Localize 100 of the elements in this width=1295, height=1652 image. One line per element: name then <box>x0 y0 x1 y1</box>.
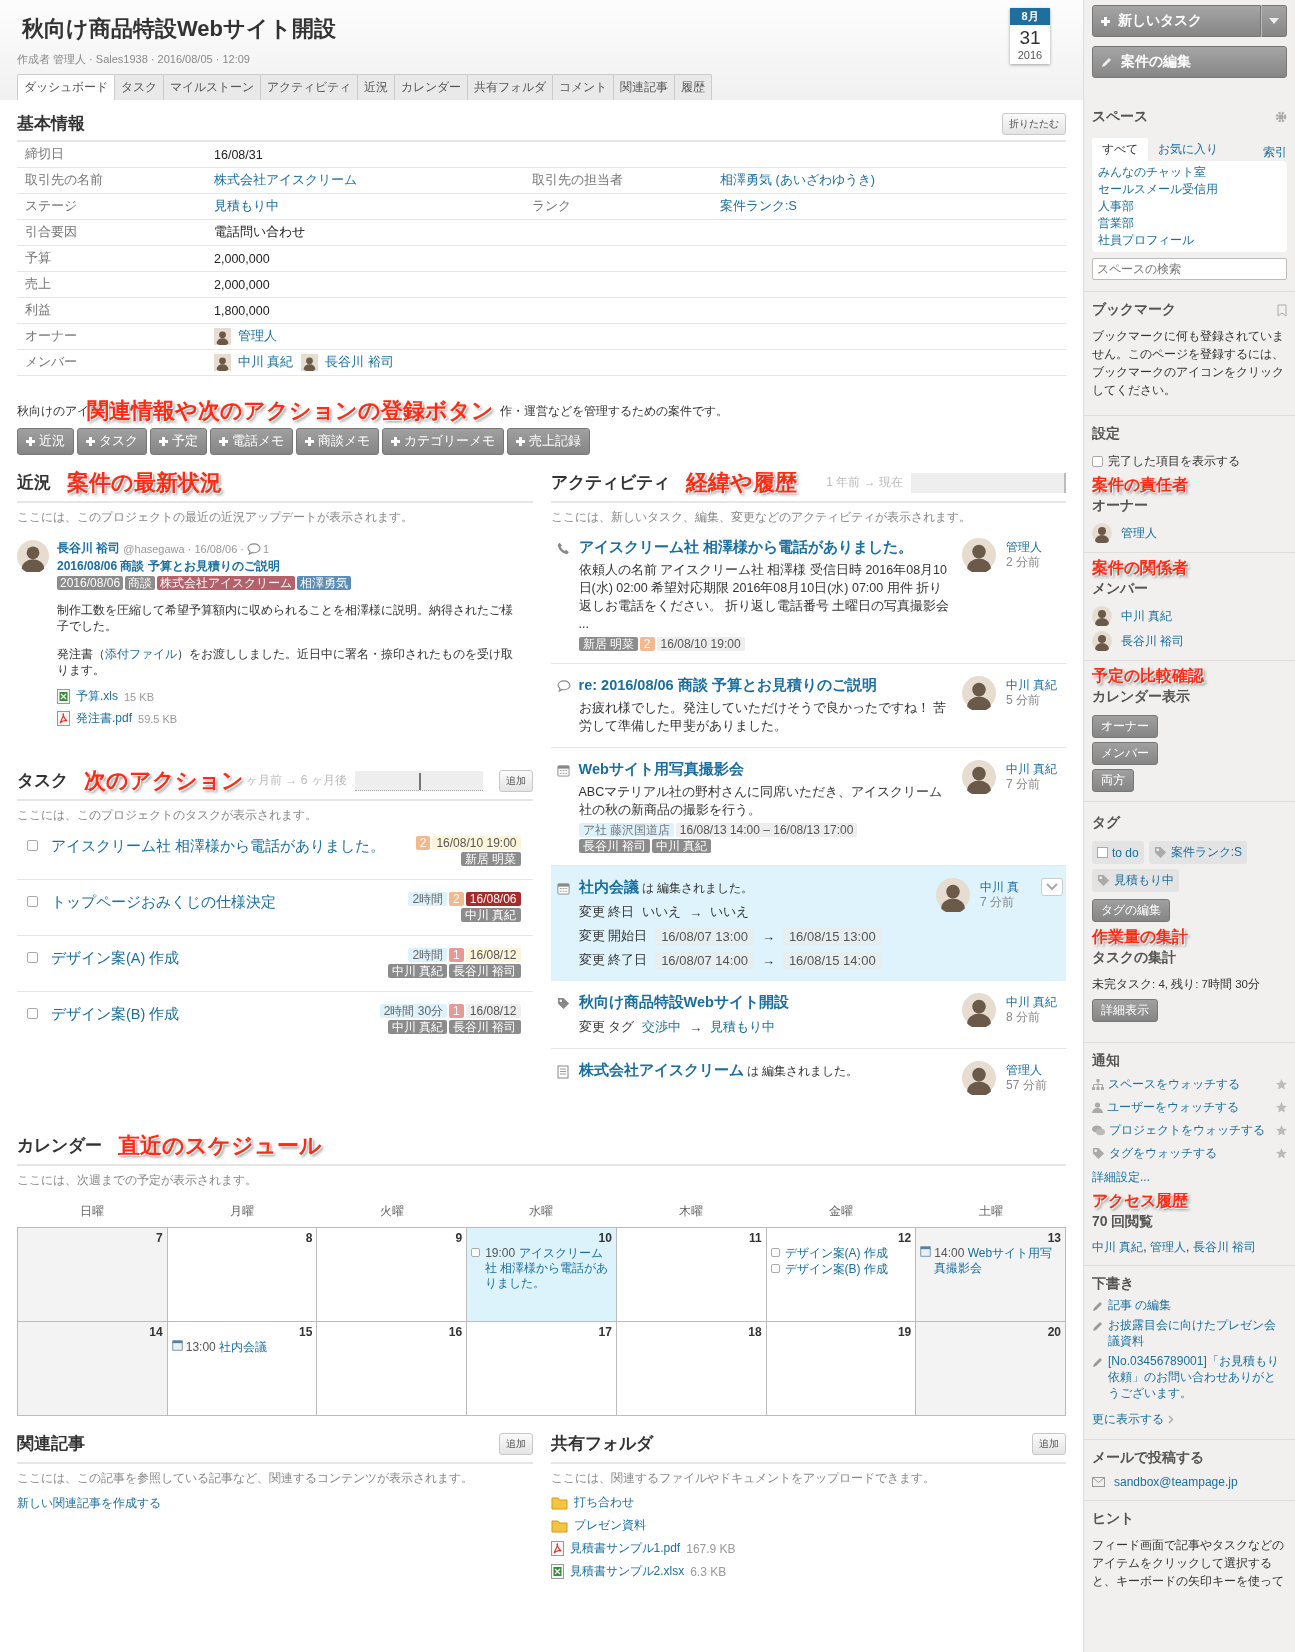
calendar-event[interactable]: 13:00 社内会議 <box>185 1340 313 1355</box>
search-field[interactable]: スペースの検索 <box>1092 258 1287 280</box>
view-button[interactable]: メンバー <box>1092 742 1158 765</box>
tag-link[interactable]: 交渉中 <box>642 1018 682 1036</box>
author-link[interactable]: 中川 真紀 <box>1006 762 1058 776</box>
field-link[interactable]: 相澤勇気 (あいざわゆうき) <box>720 172 1066 189</box>
watch-link[interactable]: ユーザーをウォッチする <box>1107 1099 1239 1116</box>
details-button[interactable]: 詳細表示 <box>1092 999 1158 1022</box>
field-link[interactable]: 株式会社アイスクリーム <box>214 172 532 189</box>
file-link[interactable]: 発注書.pdf <box>76 710 132 727</box>
index-link[interactable]: 索引 <box>1263 144 1287 161</box>
author-link[interactable]: 長谷川 裕司 <box>57 540 121 557</box>
folder-link[interactable]: プレゼン資料 <box>573 1517 646 1534</box>
slider-handle[interactable] <box>418 772 421 790</box>
tab[interactable]: カレンダー <box>394 74 468 100</box>
create-link[interactable]: 新しい関連記事を作成する <box>17 1496 161 1510</box>
tag-link[interactable]: to do <box>1112 845 1139 860</box>
task-link[interactable]: デザイン案(B) 作成 <box>51 1004 380 1039</box>
attachment-link[interactable]: 添付ファイル <box>105 647 177 661</box>
person-link[interactable]: 長谷川 裕司 <box>1121 632 1185 650</box>
watch-link[interactable]: プロジェクトをウォッチする <box>1109 1122 1265 1139</box>
person-link[interactable]: 中川 真紀 <box>238 354 294 371</box>
draft-link[interactable]: [No.03456789001]「お見積もり依頼」のお問い合わせありがとうございます。 <box>1108 1353 1287 1401</box>
tab[interactable]: すべて <box>1092 138 1148 161</box>
tag-chip[interactable]: to do <box>1092 841 1144 864</box>
checkbox[interactable] <box>27 840 38 851</box>
dropdown-button[interactable] <box>1261 5 1287 37</box>
file-link[interactable]: 予算.xls <box>76 688 118 705</box>
tag-link[interactable]: 見積もり中 <box>1114 872 1174 889</box>
range-slider[interactable] <box>354 770 483 791</box>
checkbox[interactable] <box>27 896 38 907</box>
author-link[interactable]: 管理人 <box>1006 540 1042 554</box>
activity-title-link[interactable]: 社内会議 <box>578 879 639 895</box>
space-link[interactable]: 営業部 <box>1098 215 1281 232</box>
space-link[interactable]: みんなのチャット室 <box>1098 164 1281 181</box>
add-button[interactable]: 近況 <box>17 428 74 455</box>
task-link[interactable]: デザイン案(A) 作成 <box>51 948 388 982</box>
post-title-link[interactable]: 2016/08/06 商談 予算とお見積りのご説明 <box>57 558 533 575</box>
add-button[interactable]: 売上記録 <box>507 428 590 455</box>
edit-tags-button[interactable]: タグの編集 <box>1092 899 1170 922</box>
dropdown-button[interactable] <box>1041 878 1063 896</box>
tab[interactable]: 履歴 <box>674 74 712 100</box>
task-link[interactable]: アイスクリーム社 相澤様から電話がありました。 <box>51 836 416 870</box>
watch-link[interactable]: タグをウォッチする <box>1109 1145 1217 1162</box>
checkbox[interactable] <box>27 952 38 963</box>
tab[interactable]: 関連記事 <box>613 74 675 100</box>
checkbox[interactable] <box>471 1248 481 1257</box>
collapse-button[interactable]: 折りたたむ <box>1002 112 1066 135</box>
space-link[interactable]: 社員プロフィール <box>1098 232 1281 249</box>
activity-title-link[interactable]: re: 2016/08/06 商談 予算とお見積りのご説明 <box>578 677 877 693</box>
slider-handle[interactable] <box>1064 472 1066 493</box>
settings-link[interactable]: 詳細設定... <box>1092 1170 1150 1184</box>
tab[interactable]: タスク <box>114 74 164 100</box>
person-link[interactable]: 管理人 <box>1121 524 1157 542</box>
tab[interactable]: お気に入り <box>1148 138 1228 161</box>
file-link[interactable]: 見積書サンプル2.xlsx <box>569 1563 685 1580</box>
draft-link[interactable]: 記事 の編集 <box>1108 1297 1287 1313</box>
tab[interactable]: ダッシュボード <box>17 74 115 100</box>
add-button[interactable]: 予定 <box>150 428 207 455</box>
tag-chip[interactable]: 見積もり中 <box>1092 869 1179 892</box>
field-link[interactable]: 案件ランク:S <box>720 198 1066 215</box>
watch-link[interactable]: スペースをウォッチする <box>1108 1076 1240 1093</box>
add-button[interactable]: 商談メモ <box>296 428 379 455</box>
add-button[interactable]: 追加 <box>498 769 533 792</box>
checkbox[interactable] <box>1092 456 1103 467</box>
view-button[interactable]: オーナー <box>1092 715 1158 738</box>
author-link[interactable]: 中川 真紀 <box>1006 678 1058 692</box>
add-button[interactable]: カテゴリーメモ <box>382 428 504 455</box>
checkbox[interactable] <box>770 1264 780 1273</box>
draft-link[interactable]: お披露目会に向けたプレゼン会議資料 <box>1108 1317 1287 1349</box>
add-button[interactable]: 追加 <box>498 1432 533 1455</box>
add-button[interactable]: 追加 <box>1032 1432 1066 1455</box>
calendar-event[interactable]: 14:00 Webサイト用写真撮影会 <box>934 1246 1061 1276</box>
tab[interactable]: マイルストーン <box>163 74 261 100</box>
person-link[interactable]: 長谷川 裕司 <box>325 354 394 371</box>
activity-title-link[interactable]: Webサイト用写真撮影会 <box>578 761 744 777</box>
space-link[interactable]: 人事部 <box>1098 198 1281 215</box>
calendar-event[interactable]: デザイン案(B) 作成 <box>784 1262 912 1277</box>
calendar-event[interactable]: デザイン案(A) 作成 <box>784 1246 912 1261</box>
add-button[interactable]: 電話メモ <box>210 428 293 455</box>
checkbox[interactable] <box>27 1008 38 1019</box>
activity-title-link[interactable]: アイスクリーム社 相澤様から電話がありました。 <box>578 539 913 555</box>
tab[interactable]: アクティビティ <box>260 74 358 100</box>
author-link[interactable]: 管理人 <box>1006 1063 1042 1077</box>
task-link[interactable]: トップページおみくじの仕様決定 <box>51 892 409 926</box>
person-link[interactable]: 中川 真紀 <box>1121 607 1173 625</box>
space-link[interactable]: セールスメール受信用 <box>1098 181 1281 198</box>
email-link[interactable]: sandbox@teampage.jp <box>1114 1475 1238 1489</box>
file-link[interactable]: 見積書サンプル1.pdf <box>569 1540 681 1557</box>
calendar-event[interactable]: 19:00 アイスクリーム社 相澤様から電話がありました。 <box>485 1246 612 1291</box>
tab[interactable]: 近況 <box>357 74 395 100</box>
view-button[interactable]: 両方 <box>1092 769 1134 792</box>
tag-link[interactable]: 見積もり中 <box>710 1018 776 1036</box>
new-task-button[interactable]: 新しいタスク <box>1092 5 1261 37</box>
checkbox[interactable] <box>770 1248 780 1257</box>
timeline-slider[interactable] <box>911 472 1066 493</box>
more-link[interactable]: 更に表示する <box>1092 1411 1164 1428</box>
activity-title-link[interactable]: 株式会社アイスクリーム <box>578 1062 744 1078</box>
field-link[interactable]: 見積もり中 <box>214 198 532 215</box>
add-button[interactable]: タスク <box>77 428 147 455</box>
